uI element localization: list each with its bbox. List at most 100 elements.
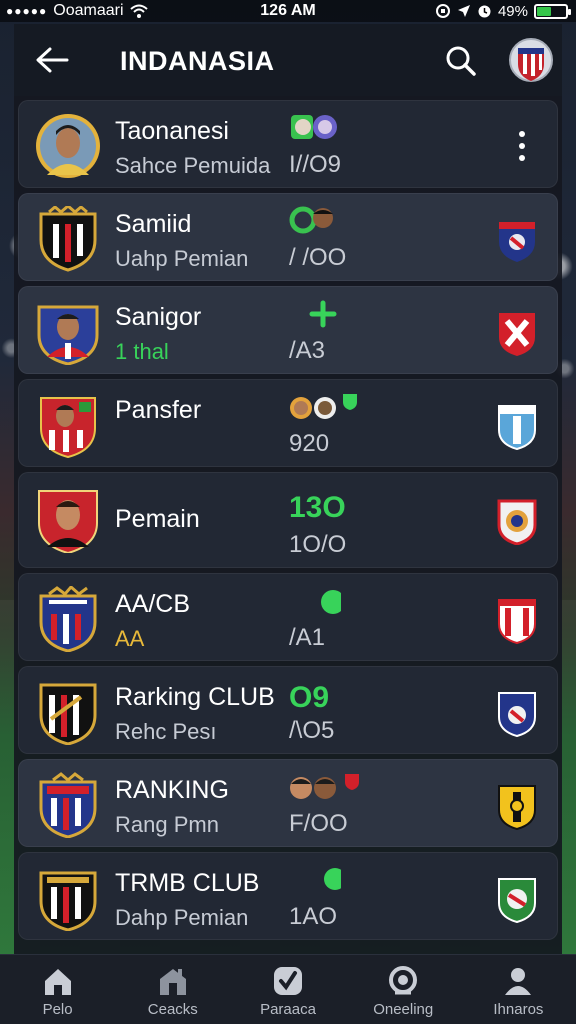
app-window: INDANASIA Taonanesi Sahce Pemuida I//O9 … [14,24,562,1024]
item-badges [289,861,389,897]
item-name: Rarking CLUB [115,683,275,711]
item-badges [289,582,389,618]
check-badge-icon [274,967,302,995]
player-avatar [36,114,100,178]
item-badges [289,388,389,424]
ball-icon [324,868,341,890]
item-subtitle: AA [115,626,145,651]
status-bar: ●●●●● Ooamaari 126 AM 49% [0,0,576,22]
club-crest-icon [39,586,97,652]
ball-icon [321,590,341,614]
item-name: TRMB CLUB [115,869,260,897]
item-badges [289,109,389,145]
club-crest-icon [509,38,553,82]
list-item[interactable]: AA/CB AA /A1 [18,573,558,661]
club-crest-icon[interactable] [495,216,539,264]
player-crest-avatar [40,397,96,458]
item-subtitle: Rehc Pesı [115,719,217,744]
club-crest-icon[interactable] [495,782,539,830]
tab-label: Pelo [42,1001,73,1018]
item-badges [289,295,389,331]
list-item[interactable]: Sanigor 1 thal /A3 [18,286,558,374]
tab-oneeling[interactable]: Oneeling [346,955,461,1024]
item-subtitle: Rang Pmn [115,812,219,837]
page-title: INDANASIA [120,46,275,76]
player-crest-avatar [37,305,99,365]
tab-paraaca[interactable]: Paraaca [230,955,345,1024]
app-header: INDANASIA [14,24,562,96]
list-item[interactable]: RANKING Rang Pmn F/OO [18,759,558,847]
item-badges [289,202,389,238]
item-value: 1O/O [289,531,347,558]
location-icon [457,5,470,17]
item-score: 13O [289,491,346,524]
item-subtitle: Sahce Pemuida [115,153,271,178]
ranking-list: Taonanesi Sahce Pemuida I//O9 Samiid Uah… [18,100,558,945]
item-subtitle: Uahp Pemian [115,246,249,271]
tab-ihnaros[interactable]: Ihnaros [461,955,576,1024]
tab-label: Ihnaros [493,1001,544,1018]
club-crest-icon[interactable] [495,596,539,644]
item-value: 1AO [289,903,338,930]
item-value: /A1 [289,624,326,651]
team-badge-icon [291,115,337,139]
arrow-left-icon [36,47,69,73]
list-item[interactable]: Pemain 13O 1O/O [18,472,558,568]
profile-icon [505,968,532,995]
item-value: /\O5 [289,717,335,744]
item-name: AA/CB [115,590,191,618]
more-options-button[interactable] [517,131,527,161]
club-crest-icon [39,772,97,838]
item-value: F/OO [289,810,348,837]
rotation-lock-icon [435,4,450,18]
item-value: / /OO [289,244,347,271]
player-faces-icon [290,774,359,799]
player-crest-avatar [38,490,98,553]
list-item[interactable]: TRMB CLUB Dahp Pemian 1AO [18,852,558,940]
bottom-tab-bar: Pelo Ceacks Paraaca Oneeling Ihnaros [0,954,576,1024]
club-crest-icon[interactable] [495,309,539,357]
club-crest-icon[interactable] [495,875,539,923]
alarm-icon [478,5,491,17]
search-button[interactable] [444,44,478,78]
target-icon [389,966,418,995]
club-crest-icon [39,683,97,745]
tab-label: Oneeling [373,1001,434,1018]
club-logo-button[interactable] [508,36,554,84]
search-icon [446,46,476,76]
stadium-icon [159,969,186,995]
item-name: Samiid [115,210,192,238]
item-badges [289,768,389,804]
player-faces-icon [289,206,333,234]
item-subtitle: Dahp Pemian [115,905,249,930]
item-value: 920 [289,430,330,457]
tab-label: Paraaca [260,1001,316,1018]
club-crest-icon [39,871,97,931]
item-name: RANKING [115,776,229,804]
item-score: O9 [289,681,330,714]
item-name: Pemain [115,505,200,533]
list-item[interactable]: Samiid Uahp Pemian / /OO [18,193,558,281]
item-subtitle: 1 thal [115,339,169,364]
plus-icon [309,300,337,328]
player-faces-icon [290,394,357,419]
club-crest-icon [39,206,97,272]
list-item[interactable]: Pansfer 920 [18,379,558,467]
club-crest-icon[interactable] [495,689,539,737]
item-name: Taonanesi [115,117,229,145]
item-name: Pansfer [115,396,202,424]
battery-percent: 49% [497,2,528,20]
club-crest-icon[interactable] [495,497,539,545]
list-item[interactable]: Taonanesi Sahce Pemuida I//O9 [18,100,558,188]
item-value: I//O9 [289,151,342,178]
item-name: Sanigor [115,303,202,331]
list-item[interactable]: Rarking CLUB Rehc Pesı O9 /\O5 [18,666,558,754]
item-value: /A3 [289,337,326,364]
battery-icon [534,3,571,19]
tab-home[interactable]: Pelo [0,955,115,1024]
back-button[interactable] [32,40,72,80]
tab-label: Ceacks [147,1001,198,1018]
club-crest-icon[interactable] [495,402,539,450]
home-icon [44,969,71,995]
tab-ceacks[interactable]: Ceacks [115,955,230,1024]
